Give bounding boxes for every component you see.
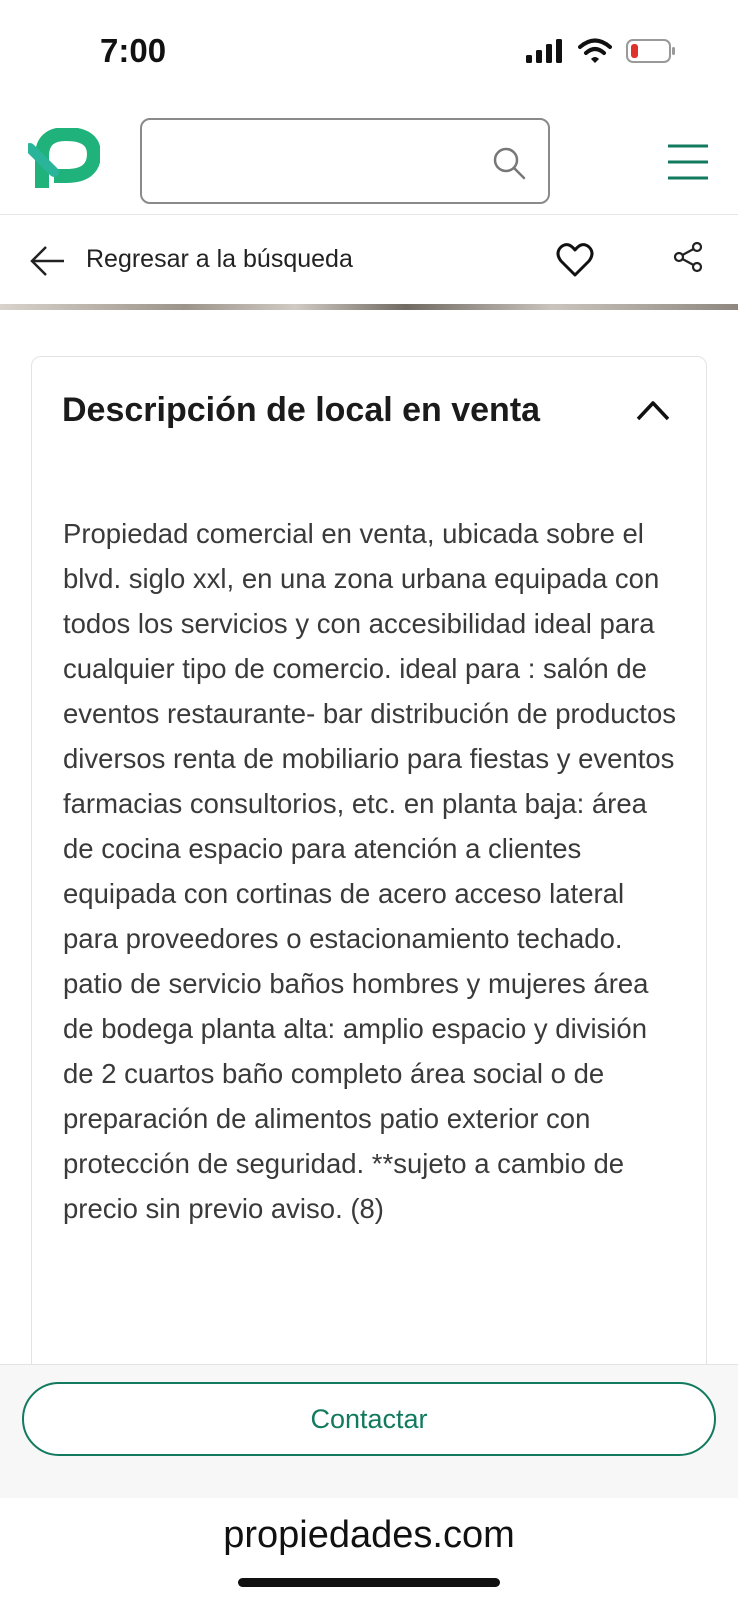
- back-to-search-link[interactable]: Regresar a la búsqueda: [86, 245, 353, 274]
- contact-bar: Contactar: [0, 1364, 738, 1500]
- status-icons: [526, 38, 676, 64]
- chevron-up-icon[interactable]: [636, 399, 670, 421]
- battery-low-icon: [626, 39, 675, 63]
- propiedades-logo[interactable]: [28, 128, 100, 194]
- url-text[interactable]: propiedades.com: [0, 1514, 738, 1557]
- browser-url-bar: propiedades.com: [0, 1498, 738, 1600]
- status-bar: 7:00: [0, 0, 738, 100]
- status-time: 7:00: [100, 32, 167, 69]
- description-title[interactable]: Descripción de local en venta: [62, 391, 540, 430]
- site-header: [0, 100, 738, 214]
- description-card: Descripción de local en venta Propiedad …: [31, 356, 707, 1416]
- hamburger-menu-icon[interactable]: [668, 142, 708, 182]
- signal-icon: [526, 39, 562, 63]
- wifi-icon: [578, 38, 612, 63]
- contact-button[interactable]: Contactar: [22, 1382, 716, 1456]
- search-input[interactable]: [140, 118, 550, 204]
- description-text: Propiedad comercial en venta, ubicada so…: [63, 518, 676, 1224]
- favorite-heart-icon[interactable]: [556, 241, 594, 279]
- listing-nav-bar: Regresar a la búsqueda: [0, 214, 738, 307]
- search-icon[interactable]: [492, 146, 526, 180]
- back-arrow-icon[interactable]: [30, 243, 66, 279]
- share-icon[interactable]: [672, 241, 704, 273]
- listing-photo-edge: [0, 304, 738, 310]
- home-indicator[interactable]: [238, 1578, 500, 1587]
